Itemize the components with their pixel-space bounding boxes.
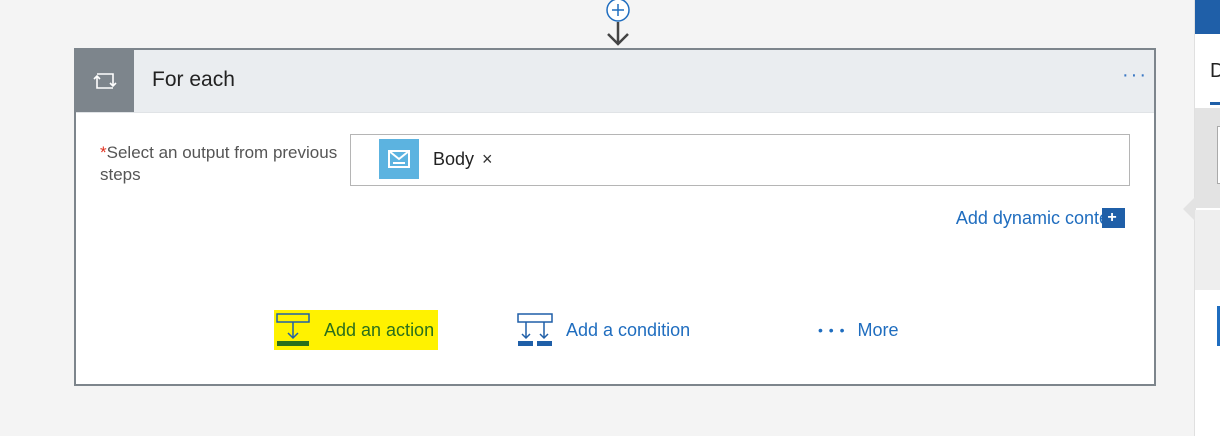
add-condition-label: Add a condition	[566, 319, 691, 340]
add-step-connector-icon[interactable]	[598, 0, 638, 48]
add-dynamic-content-icon[interactable]: +	[1102, 208, 1125, 228]
card-header[interactable]: For each ···	[76, 50, 1154, 113]
loop-icon	[76, 50, 134, 112]
foreach-card: For each ··· *Select an output from prev…	[74, 48, 1156, 386]
more-button[interactable]: • • • More	[818, 310, 899, 350]
more-dots-icon: • • •	[818, 322, 846, 338]
dynamic-content-panel: D	[1183, 0, 1220, 436]
add-condition-button[interactable]: Add a condition	[516, 310, 690, 350]
panel-tab-underline	[1210, 102, 1220, 105]
panel-tab-label[interactable]: D	[1210, 60, 1220, 83]
output-input[interactable]: Body ×	[350, 134, 1130, 186]
add-action-label: Add an action	[324, 319, 435, 340]
actions-row: Add an action Add a condition • • • More	[76, 304, 1154, 354]
card-title: For each	[152, 68, 235, 91]
outlook-mail-icon	[379, 139, 419, 179]
more-options-icon[interactable]: ···	[1122, 64, 1148, 87]
add-action-button[interactable]: Add an action	[274, 310, 439, 350]
more-label: More	[857, 319, 899, 340]
output-field-label: *Select an output from previous steps	[100, 142, 340, 186]
output-field-label-text: Select an output from previous steps	[100, 143, 338, 184]
body-token[interactable]: Body ×	[379, 139, 493, 179]
add-action-icon	[276, 313, 310, 346]
token-label: Body	[433, 148, 475, 169]
add-dynamic-content-link[interactable]: Add dynamic content	[956, 208, 1124, 229]
add-condition-icon	[517, 313, 553, 346]
panel-header-bar	[1195, 0, 1220, 34]
panel-section	[1195, 210, 1220, 290]
required-marker: *	[100, 143, 107, 162]
token-remove-icon[interactable]: ×	[482, 149, 493, 170]
